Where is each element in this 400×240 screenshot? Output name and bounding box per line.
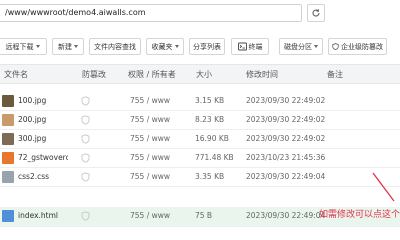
favorites-label: 收藏夹 <box>151 42 173 51</box>
file-permission[interactable]: 755 / www <box>130 111 170 129</box>
tamper-shield-icon[interactable] <box>81 211 90 221</box>
terminal-button[interactable]: 终端 <box>231 38 269 55</box>
table-row[interactable]: 72_gstwovercel... 755 / www 771.48 KB 20… <box>0 149 400 168</box>
terminal-icon <box>237 42 247 51</box>
file-size: 75 B <box>195 211 213 220</box>
path-input[interactable]: /www/wwwroot/demo4.aiwalls.com <box>0 4 302 22</box>
file-permission[interactable]: 755 / www <box>130 168 170 186</box>
file-table-header: 文件名 防篡改 权限 / 所有者 大小 修改时间 备注 <box>0 64 400 84</box>
file-permission[interactable]: 755 / www <box>130 92 170 110</box>
table-row[interactable]: 100.jpg 755 / www 3.15 KB 2023/09/30 22:… <box>0 92 400 111</box>
file-name[interactable]: 300.jpg <box>18 130 68 148</box>
refresh-icon <box>312 9 320 17</box>
tamper-shield-icon[interactable] <box>81 134 90 144</box>
file-name[interactable]: 72_gstwovercel... <box>18 149 68 167</box>
tamper-shield-icon[interactable] <box>81 172 90 182</box>
file-mtime: 2023/09/30 22:49:02 <box>246 134 326 143</box>
file-size: 8.23 KB <box>195 115 225 124</box>
file-thumbnail-icon <box>2 210 14 222</box>
file-permission[interactable]: 755 / www <box>130 130 170 148</box>
disk-partition-button[interactable]: 磁盘分区 <box>279 38 323 55</box>
file-size: 771.48 KB <box>195 153 234 162</box>
chevron-down-icon <box>74 45 78 48</box>
tamper-shield-icon[interactable] <box>81 153 90 163</box>
file-mtime: 2023/09/30 22:49:02 <box>246 115 326 124</box>
file-name[interactable]: 200.jpg <box>18 111 68 129</box>
header-size[interactable]: 大小 <box>196 65 212 84</box>
chevron-down-icon <box>174 45 179 48</box>
file-mtime: 2023/10/23 21:45:36 <box>246 153 326 162</box>
refresh-button[interactable] <box>307 4 325 22</box>
file-content-search-label: 文件内容查找 <box>94 42 136 51</box>
header-note: 备注 <box>327 70 343 79</box>
file-permission[interactable]: 755 / www <box>130 149 170 167</box>
header-filename[interactable]: 文件名 <box>4 65 28 84</box>
annotation-text: 如需修改可以点这个 <box>319 210 400 220</box>
shield-icon <box>332 43 339 50</box>
enterprise-tamper-button[interactable]: 企业级防篡改 <box>328 38 387 55</box>
header-mtime[interactable]: 修改时间 <box>246 65 278 84</box>
share-list-label: 分享列表 <box>193 42 221 51</box>
file-mtime: 2023/09/30 22:49:02 <box>246 96 326 105</box>
chevron-down-icon <box>314 45 318 48</box>
file-name[interactable]: index.html <box>18 207 68 225</box>
disk-partition-label: 磁盘分区 <box>284 42 312 51</box>
terminal-label: 终端 <box>248 42 263 51</box>
file-size: 3.35 KB <box>195 172 225 181</box>
annotation-arrow-icon <box>372 172 395 202</box>
remote-download-button[interactable]: 远程下载 <box>0 38 47 55</box>
header-permission[interactable]: 权限 / 所有者 <box>128 65 176 84</box>
chevron-down-icon <box>35 45 40 48</box>
path-bar: /www/wwwroot/demo4.aiwalls.com <box>0 2 400 24</box>
table-row[interactable]: 200.jpg 755 / www 8.23 KB 2023/09/30 22:… <box>0 111 400 130</box>
tamper-shield-icon[interactable] <box>81 96 90 106</box>
file-thumbnail-icon <box>2 114 14 126</box>
tamper-shield-icon[interactable] <box>81 115 90 125</box>
new-button[interactable]: 新建 <box>52 38 84 55</box>
toolbar: 远程下载 新建 文件内容查找 收藏夹 分享列表 终端 磁盘分区 企业级防篡改 <box>0 35 400 59</box>
table-row[interactable]: css2.css 755 / www 3.35 KB 2023/09/30 22… <box>0 168 400 187</box>
file-thumbnail-icon <box>2 171 14 183</box>
file-thumbnail-icon <box>2 133 14 145</box>
file-content-search-button[interactable]: 文件内容查找 <box>89 38 141 55</box>
header-tamper: 防篡改 <box>82 70 106 79</box>
file-thumbnail-icon <box>2 95 14 107</box>
file-size: 3.15 KB <box>195 96 225 105</box>
file-mtime: 2023/09/30 22:49:04 <box>246 211 326 220</box>
file-permission[interactable]: 755 / www <box>130 207 170 225</box>
file-name[interactable]: 100.jpg <box>18 92 68 110</box>
table-row[interactable]: 300.jpg 755 / www 16.90 KB 2023/09/30 22… <box>0 130 400 149</box>
file-size: 16.90 KB <box>195 134 229 143</box>
file-name[interactable]: css2.css <box>18 168 68 186</box>
remote-download-label: 远程下载 <box>5 42 34 51</box>
file-thumbnail-icon <box>2 152 14 164</box>
file-mtime: 2023/09/30 22:49:04 <box>246 172 326 181</box>
favorites-button[interactable]: 收藏夹 <box>146 38 184 55</box>
new-label: 新建 <box>58 42 72 51</box>
enterprise-tamper-label: 企业级防篡改 <box>341 42 383 51</box>
share-list-button[interactable]: 分享列表 <box>189 38 225 55</box>
